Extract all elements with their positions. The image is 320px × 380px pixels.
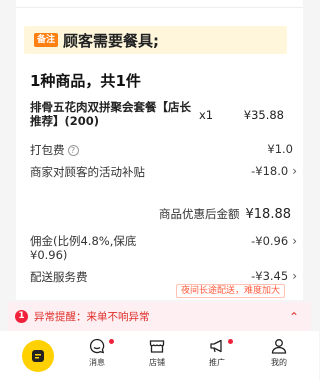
megaphone-icon <box>210 339 222 353</box>
chevron-right-icon: › <box>292 234 297 248</box>
note-tag: 备注 <box>34 33 59 47</box>
item-name: 排骨五花肉双拼聚会套餐【店长推荐】(200) <box>30 100 191 128</box>
alert-text: 异常提醒：来单不响异常 <box>34 311 150 323</box>
commission-value: -¥0.96 <box>251 234 289 248</box>
delivery-fee-label: 配送服务费 <box>30 270 88 284</box>
item-quantity: x1 <box>199 108 214 122</box>
chevron-right-icon: › <box>292 164 297 178</box>
items-summary-title: 1种商品，共1件 <box>30 72 141 90</box>
item-price: ¥35.88 <box>243 108 284 122</box>
merchant-subsidy-row[interactable]: 商家对顾客的活动补贴 -¥18.0 › <box>30 164 297 180</box>
commission-label: 佣金(比例4.8%,保底¥0.96) <box>30 234 137 262</box>
subtotal-value: ¥18.88 <box>245 207 292 222</box>
delivery-difficulty-tip: 夜间长途配送，难度加大 <box>175 284 285 298</box>
commission-row[interactable]: 佣金(比例4.8%,保底¥0.96) -¥0.96 › <box>30 234 297 262</box>
packing-fee-label-wrap: 打包费? <box>30 142 79 158</box>
order-note: 备注 顾客需要餐具; <box>24 26 287 54</box>
tab-mine[interactable]: 我的 <box>259 337 299 368</box>
chevron-right-icon: › <box>292 269 297 283</box>
tab-promotion[interactable]: 推广 <box>197 337 237 368</box>
tab-store[interactable]: 店铺 <box>137 337 177 368</box>
delivery-fee-row[interactable]: 配送服务费 -¥3.45 › <box>30 269 297 285</box>
bottom-tab-bar: 消息 店铺 推广 我的 <box>0 331 319 380</box>
tab-messages[interactable]: 消息 <box>77 337 117 368</box>
merchant-subsidy-value: -¥18.0 <box>251 164 289 178</box>
message-icon <box>89 338 105 354</box>
tab-label: 推广 <box>209 358 225 367</box>
packing-fee-row: 打包费? ¥1.0 <box>30 142 297 158</box>
chevron-up-icon[interactable]: ⌃ <box>289 310 299 324</box>
tab-label: 我的 <box>271 358 287 367</box>
merchant-subsidy-label: 商家对顾客的活动补贴 <box>30 165 145 179</box>
user-icon <box>271 339 287 354</box>
tab-label: 消息 <box>89 358 105 367</box>
subtotal-label: 商品优惠后金额 <box>159 207 240 221</box>
packing-fee-label: 打包费 <box>30 143 65 157</box>
delivery-fee-value-wrap: -¥3.45 › <box>251 269 297 283</box>
commission-value-wrap: -¥0.96 › <box>251 234 297 248</box>
packing-fee-value: ¥1.0 <box>267 142 293 156</box>
home-button[interactable] <box>22 340 54 372</box>
tab-label: 店铺 <box>149 358 165 367</box>
store-icon <box>149 340 165 353</box>
merchant-subsidy-value-wrap: -¥18.0 › <box>251 164 297 178</box>
discounted-subtotal: 商品优惠后金额 ¥18.88 <box>159 206 291 222</box>
delivery-fee-value: -¥3.45 <box>251 269 289 283</box>
unread-dot <box>228 339 233 344</box>
note-text: 顾客需要餐具; <box>63 31 160 50</box>
divider <box>16 0 303 8</box>
unread-dot <box>109 339 114 344</box>
help-icon[interactable]: ? <box>67 145 79 156</box>
exception-alert-bar[interactable]: 1 异常提醒：来单不响异常 ⌃ <box>8 302 311 331</box>
order-icon <box>32 350 44 362</box>
alert-count-badge: 1 <box>15 310 28 323</box>
